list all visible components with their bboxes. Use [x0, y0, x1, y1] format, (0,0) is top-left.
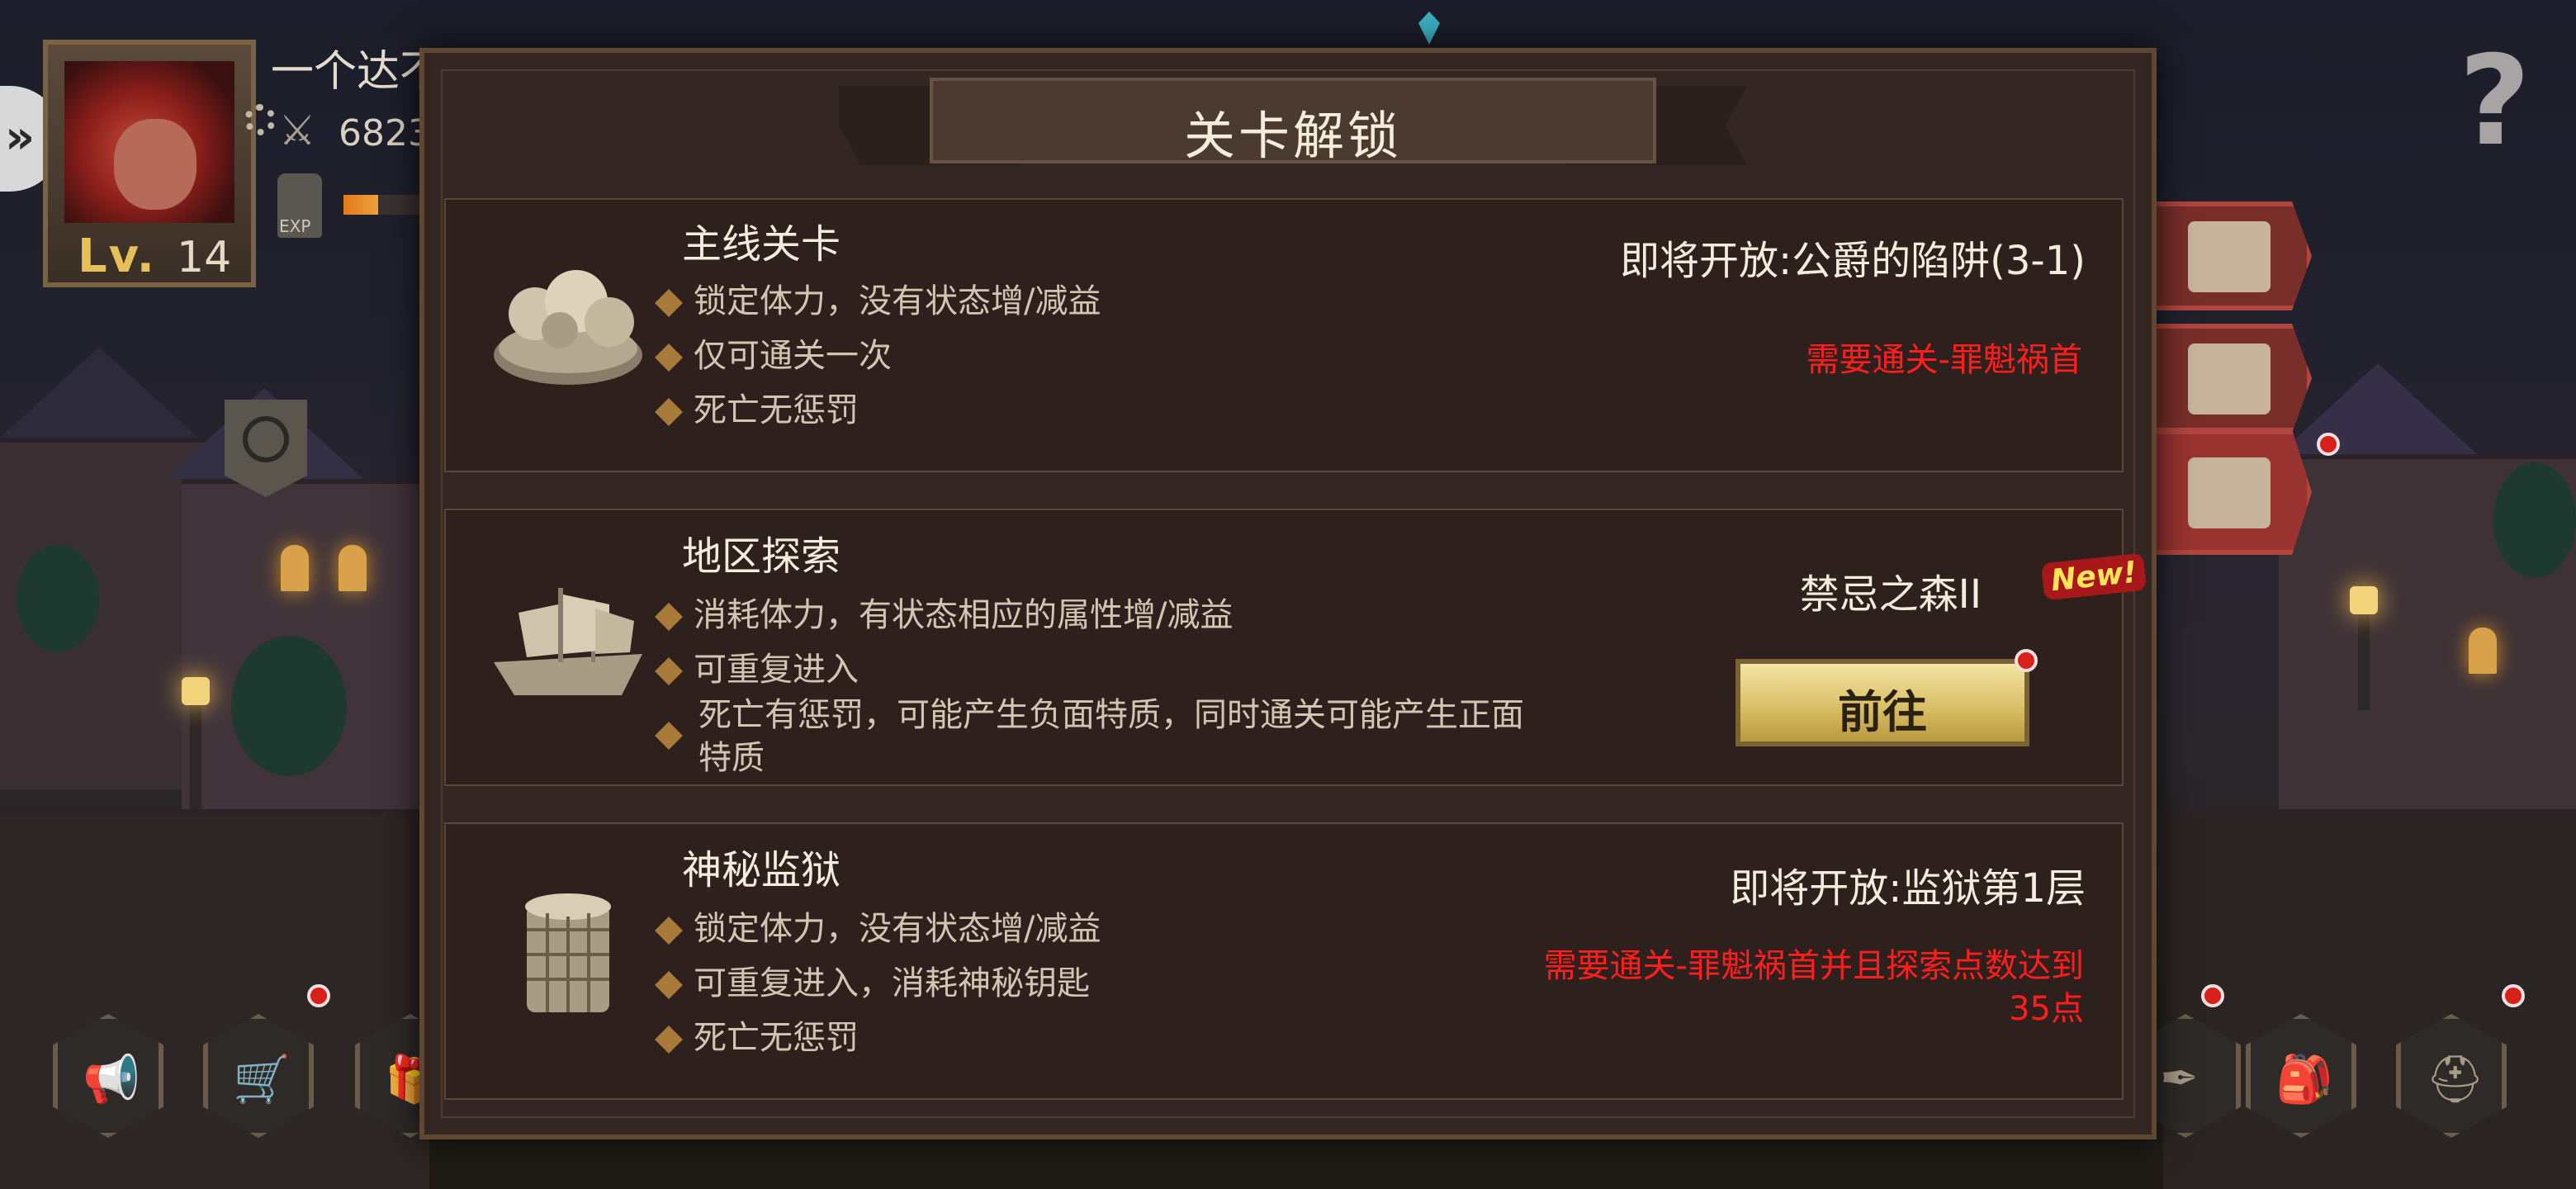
pine-trees-icon: [2188, 457, 2271, 528]
power-value: 6823: [339, 112, 431, 154]
region-explore-rule: 可重复进入: [655, 642, 859, 690]
skull-gear-icon: [243, 416, 289, 462]
exp-label: EXP: [279, 216, 311, 236]
crossed-swords-icon: ⚔: [278, 107, 316, 154]
backpack-icon: 🎒: [2275, 1053, 2333, 1106]
diamond-bullet-icon: [655, 343, 683, 372]
exp-bar-fill: [343, 195, 378, 215]
diamond-bullet-icon: [655, 603, 683, 631]
main-stage-rule: 死亡无惩罚: [655, 383, 859, 431]
tree: [17, 545, 99, 652]
level-label: Lv.: [78, 230, 156, 283]
region-explore-rule: 死亡有惩罚，可能产生负面特质，同时通关可能产生正面特质: [698, 696, 1524, 777]
diamond-bullet-icon: [655, 917, 683, 945]
diamond-bullet-icon: [655, 289, 683, 317]
mystery-prison-rule: 锁定体力，没有状态增/减益: [655, 902, 1101, 950]
mystery-prison-status: 即将开放:监狱第1层: [1730, 865, 2086, 912]
region-explore-title: 地区探索: [682, 533, 841, 580]
helmet-icon: EXP: [277, 173, 322, 238]
gear-icon[interactable]: [244, 104, 276, 135]
knight-helmet-icon: ⛑: [2426, 1053, 2485, 1106]
diamond-bullet-icon: [655, 657, 683, 685]
notification-dot: [2317, 433, 2340, 456]
diamond-bullet-icon: [655, 398, 683, 426]
avatar-face: [114, 119, 197, 210]
megaphone-icon: 📢: [83, 1053, 140, 1106]
street-lamp: [182, 677, 210, 817]
title-ribbon: 关卡解锁: [839, 78, 1747, 168]
level-value: 14: [177, 233, 232, 282]
mystery-prison-requirement: 需要通关-罪魁祸首并且探索点数达到35点: [1543, 947, 2084, 1028]
quill-icon: ✒: [2160, 1052, 2199, 1106]
region-explore-rule: 消耗体力，有状态相应的属性增/减益: [655, 588, 1233, 636]
mystery-prison-rule: 可重复进入，消耗神秘钥匙: [655, 956, 1090, 1004]
double-chevron-right-icon: »: [5, 111, 36, 164]
ribbon-main: 关卡解锁: [930, 78, 1656, 166]
diamond-bullet-icon: [655, 1026, 683, 1054]
forest-island-icon: [494, 270, 642, 385]
tree: [2493, 462, 2576, 578]
mystery-prison-rule: 死亡无惩罚: [655, 1011, 859, 1059]
diamond-bullet-icon: [655, 971, 683, 999]
tree: [231, 636, 347, 776]
prison-tower-icon: [525, 893, 611, 1012]
diamond-bullet-icon: [655, 715, 683, 753]
street-lamp: [2350, 586, 2378, 710]
scroll-quill-icon: [2188, 221, 2271, 292]
tab-forest[interactable]: [2147, 429, 2312, 555]
main-stage-requirement: 需要通关-罪魁祸首: [1806, 341, 2082, 379]
dialog-title: 关卡解锁: [1183, 106, 1402, 166]
go-button-label: 前往: [1838, 686, 1927, 738]
notification-dot: [2502, 984, 2525, 1007]
tab-quest-scroll[interactable]: [2147, 201, 2312, 310]
notification-dot: [2015, 649, 2038, 672]
street: [0, 809, 429, 1189]
window-glow: [2469, 628, 2497, 674]
castle-icon: [2188, 343, 2271, 414]
window-glow: [339, 545, 367, 591]
window-glow: [281, 545, 309, 591]
go-button[interactable]: 前往: [1735, 659, 2029, 746]
main-stage-rule: 锁定体力，没有状态增/减益: [655, 274, 1101, 322]
region-explore-target: 禁忌之森II: [1799, 571, 1982, 618]
tab-castle[interactable]: [2147, 324, 2312, 433]
shopping-cart-icon: 🛒: [233, 1053, 291, 1106]
notification-dot: [307, 984, 330, 1007]
main-stage-title: 主线关卡: [682, 221, 841, 268]
mystery-prison-title: 神秘监狱: [682, 847, 841, 893]
help-icon[interactable]: ?: [2459, 30, 2531, 173]
main-stage-rule: 仅可通关一次: [655, 329, 892, 377]
main-stage-status: 即将开放:公爵的陷阱(3-1): [1619, 238, 2086, 284]
player-avatar-frame[interactable]: Lv. 14: [43, 40, 276, 287]
avatar: [64, 61, 234, 223]
notification-dot: [2201, 984, 2224, 1007]
sailing-ship-icon: [494, 588, 642, 695]
